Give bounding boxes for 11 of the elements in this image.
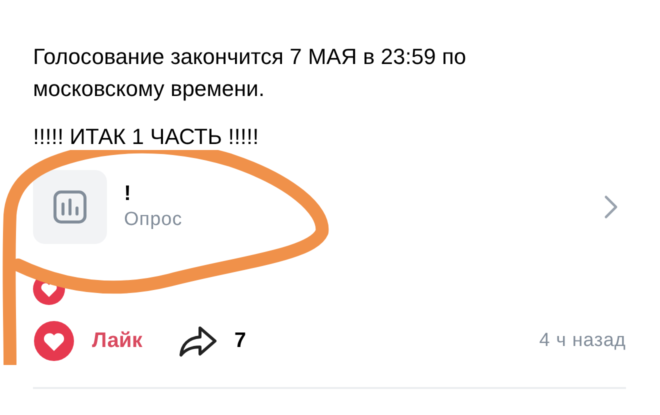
like-button[interactable]: Лайк — [33, 320, 142, 362]
post-time: 4 ч назад — [539, 330, 626, 352]
poll-type-label: Опрос — [124, 208, 184, 232]
share-arrow-icon — [178, 325, 218, 357]
bar-chart-icon — [52, 189, 88, 225]
poll-title: ! — [124, 181, 132, 207]
chevron-right-icon — [604, 195, 618, 219]
post-text: Голосование закончится 7 МАЯ в 23:59 по московскому времени. — [33, 43, 468, 103]
poll-card[interactable]: ! Опрос — [33, 169, 626, 245]
post-text: !!!!! ИТАК 1 ЧАСТЬ !!!!! — [33, 123, 260, 151]
share-button[interactable]: 7 — [178, 325, 246, 357]
